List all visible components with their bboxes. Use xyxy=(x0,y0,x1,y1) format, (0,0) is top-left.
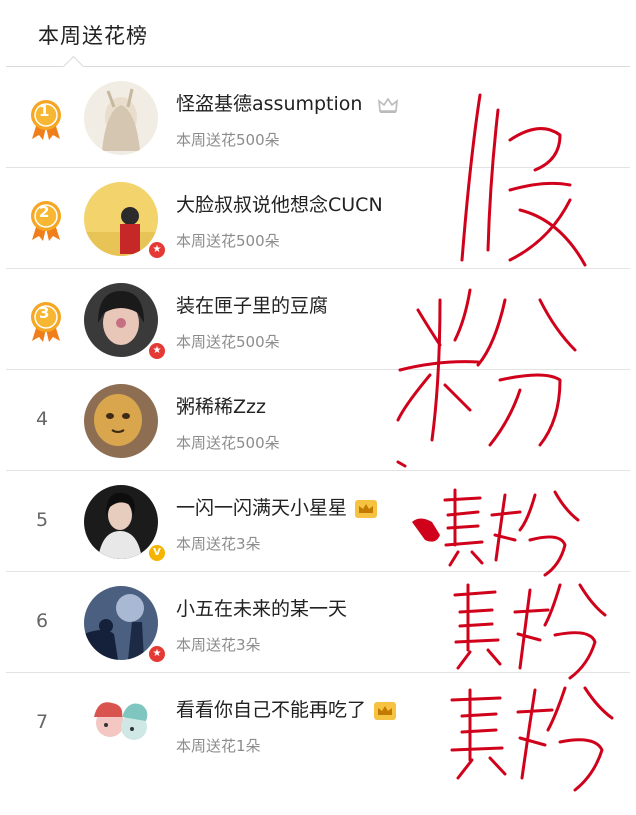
user-name-text: 看看你自己不能再吃了 xyxy=(176,699,367,721)
user-name[interactable]: 小五在未来的某一天 xyxy=(176,594,347,621)
rank-number: 3 xyxy=(39,304,50,322)
rank-number: 4 xyxy=(36,408,49,430)
rank-number: 6 xyxy=(36,610,49,632)
user-name[interactable]: 粥稀稀Zzz xyxy=(176,392,266,419)
flower-count: 本周送花3朵 xyxy=(176,535,261,553)
avatar[interactable] xyxy=(84,81,158,155)
crown-outline-icon xyxy=(377,97,398,113)
crown-gold-icon xyxy=(355,499,378,518)
user-name[interactable]: 怪盗基德assumption xyxy=(176,89,399,116)
flower-count: 本周送花500朵 xyxy=(176,333,280,351)
ranking-panel: 本周送花榜 1 怪盗基德assumption 本周送花500朵 2 ★ 大脸叔叔… xyxy=(6,0,630,815)
rank-number: 2 xyxy=(39,203,50,221)
crown-gold-icon xyxy=(374,701,397,720)
rank-number: 1 xyxy=(39,102,50,120)
rank-number: 7 xyxy=(36,711,49,733)
flower-count: 本周送花1朵 xyxy=(176,737,261,755)
user-name[interactable]: 看看你自己不能再吃了 xyxy=(176,695,397,722)
flower-count: 本周送花3朵 xyxy=(176,636,261,654)
list-item[interactable]: 6 ★ 小五在未来的某一天 本周送花3朵 xyxy=(6,572,630,673)
verified-badge: ★ xyxy=(147,341,167,361)
list-item[interactable]: 1 怪盗基德assumption 本周送花500朵 xyxy=(6,67,630,168)
tab-header: 本周送花榜 xyxy=(6,0,630,78)
verified-v-badge: V xyxy=(147,543,167,563)
list-item[interactable]: 5 V 一闪一闪满天小星星 本周送花3朵 xyxy=(6,471,630,572)
user-name-text: 一闪一闪满天小星星 xyxy=(176,497,348,519)
list-item[interactable]: 3 ★ 装在匣子里的豆腐 本周送花500朵 xyxy=(6,269,630,370)
user-name-text: 怪盗基德assumption xyxy=(176,93,363,115)
flower-count: 本周送花500朵 xyxy=(176,232,280,250)
leaderboard-list: 1 怪盗基德assumption 本周送花500朵 2 ★ 大脸叔叔说他想念CU… xyxy=(6,67,630,773)
list-item[interactable]: 2 ★ 大脸叔叔说他想念CUCN 本周送花500朵 xyxy=(6,168,630,269)
verified-badge: ★ xyxy=(147,240,167,260)
avatar[interactable] xyxy=(84,384,158,458)
tab-weekly-flowers[interactable]: 本周送花榜 xyxy=(38,20,148,50)
rank-number: 5 xyxy=(36,509,49,531)
flower-count: 本周送花500朵 xyxy=(176,434,280,452)
user-name[interactable]: 大脸叔叔说他想念CUCN xyxy=(176,190,383,217)
list-item[interactable]: 4 粥稀稀Zzz 本周送花500朵 xyxy=(6,370,630,471)
user-name[interactable]: 装在匣子里的豆腐 xyxy=(176,291,328,318)
user-name[interactable]: 一闪一闪满天小星星 xyxy=(176,493,378,520)
avatar[interactable] xyxy=(84,687,158,761)
verified-badge: ★ xyxy=(147,644,167,664)
list-item[interactable]: 7 看看你自己不能再吃了 本周送花1朵 xyxy=(6,673,630,773)
flower-count: 本周送花500朵 xyxy=(176,131,280,149)
